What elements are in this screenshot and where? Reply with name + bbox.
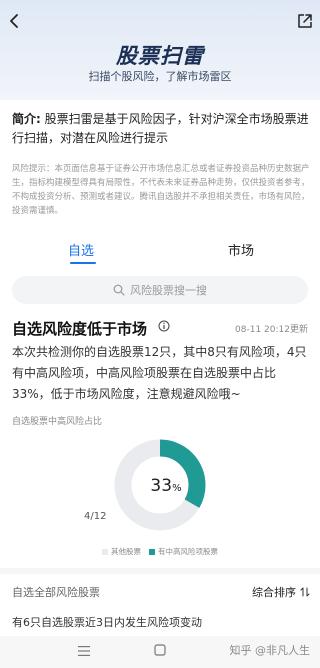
search-icon: [113, 284, 125, 296]
list-header: 自选全部风险股票: [12, 586, 100, 599]
menu-icon[interactable]: [78, 646, 90, 656]
tab-watchlist[interactable]: 自选: [68, 240, 94, 259]
legend-item-other: 其他股票: [102, 546, 141, 557]
search-input[interactable]: 风险股票搜一搜: [12, 276, 308, 304]
share-external-icon[interactable]: [296, 12, 314, 30]
sort-button[interactable]: 综合排序: [252, 584, 310, 600]
donut-percent-unit: %: [172, 483, 182, 494]
info-icon[interactable]: [158, 320, 170, 332]
active-tab-indicator: [70, 262, 96, 264]
intro-label: 简介:: [12, 112, 41, 126]
update-timestamp: 08-11 20:12更新: [235, 325, 308, 335]
summary-text: 本次共检测你的自选股票12只，其中8只有风险项，4只有中高风险项，中高风险项股票…: [12, 345, 307, 401]
page-title: 股票扫雷: [116, 44, 204, 68]
section-title: 自选风险度低于市场: [12, 320, 148, 338]
svg-text:33%: 33%: [150, 476, 181, 496]
risk-donut-chart: 33% 4/12: [84, 439, 206, 531]
intro-text: 简介: 股票扫雷是基于风险因子，针对沪深全市场股票进行扫描，对潜在风险进行提示: [12, 110, 310, 148]
sort-arrows-icon: [300, 587, 310, 597]
chart-caption: 自选股票中高风险占比: [12, 417, 103, 427]
risk-disclaimer: 风险提示：本页面信息基于证券公开市场信息汇总或者证券投资品种历史数据产生，指标构…: [12, 164, 310, 216]
donut-count-label: 4/12: [84, 511, 106, 522]
legend-swatch: [102, 548, 108, 555]
legend-label: 有中高风险项股票: [158, 547, 218, 556]
legend-item-risk: 有中高风险项股票: [149, 546, 218, 557]
watermark: 知乎 @非凡人生: [229, 644, 311, 657]
search-placeholder: 风险股票搜一搜: [130, 284, 207, 297]
legend-label: 其他股票: [111, 547, 141, 556]
legend-swatch: [149, 548, 155, 555]
sort-label: 综合排序: [252, 586, 296, 599]
risk-change-notice[interactable]: 有6只自选股票近3日内发生风险项变动: [12, 614, 202, 630]
header-banner: 股票扫雷 扫描个股风险，了解市场雷区: [0, 0, 320, 100]
chart-legend: 其他股票 有中高风险项股票: [0, 546, 320, 557]
home-icon[interactable]: [154, 644, 166, 656]
tab-market[interactable]: 市场: [228, 240, 254, 259]
tab-bar: 自选 市场: [0, 234, 320, 268]
page-subtitle: 扫描个股风险，了解市场雷区: [88, 70, 232, 83]
chevron-left-icon[interactable]: [6, 12, 24, 30]
intro-body: 股票扫雷是基于风险因子，针对沪深全市场股票进行扫描，对潜在风险进行提示: [12, 112, 309, 145]
donut-percent: 33: [150, 476, 172, 496]
system-nav-bar: 知乎 @非凡人生: [0, 636, 320, 668]
section-divider: [0, 568, 320, 574]
